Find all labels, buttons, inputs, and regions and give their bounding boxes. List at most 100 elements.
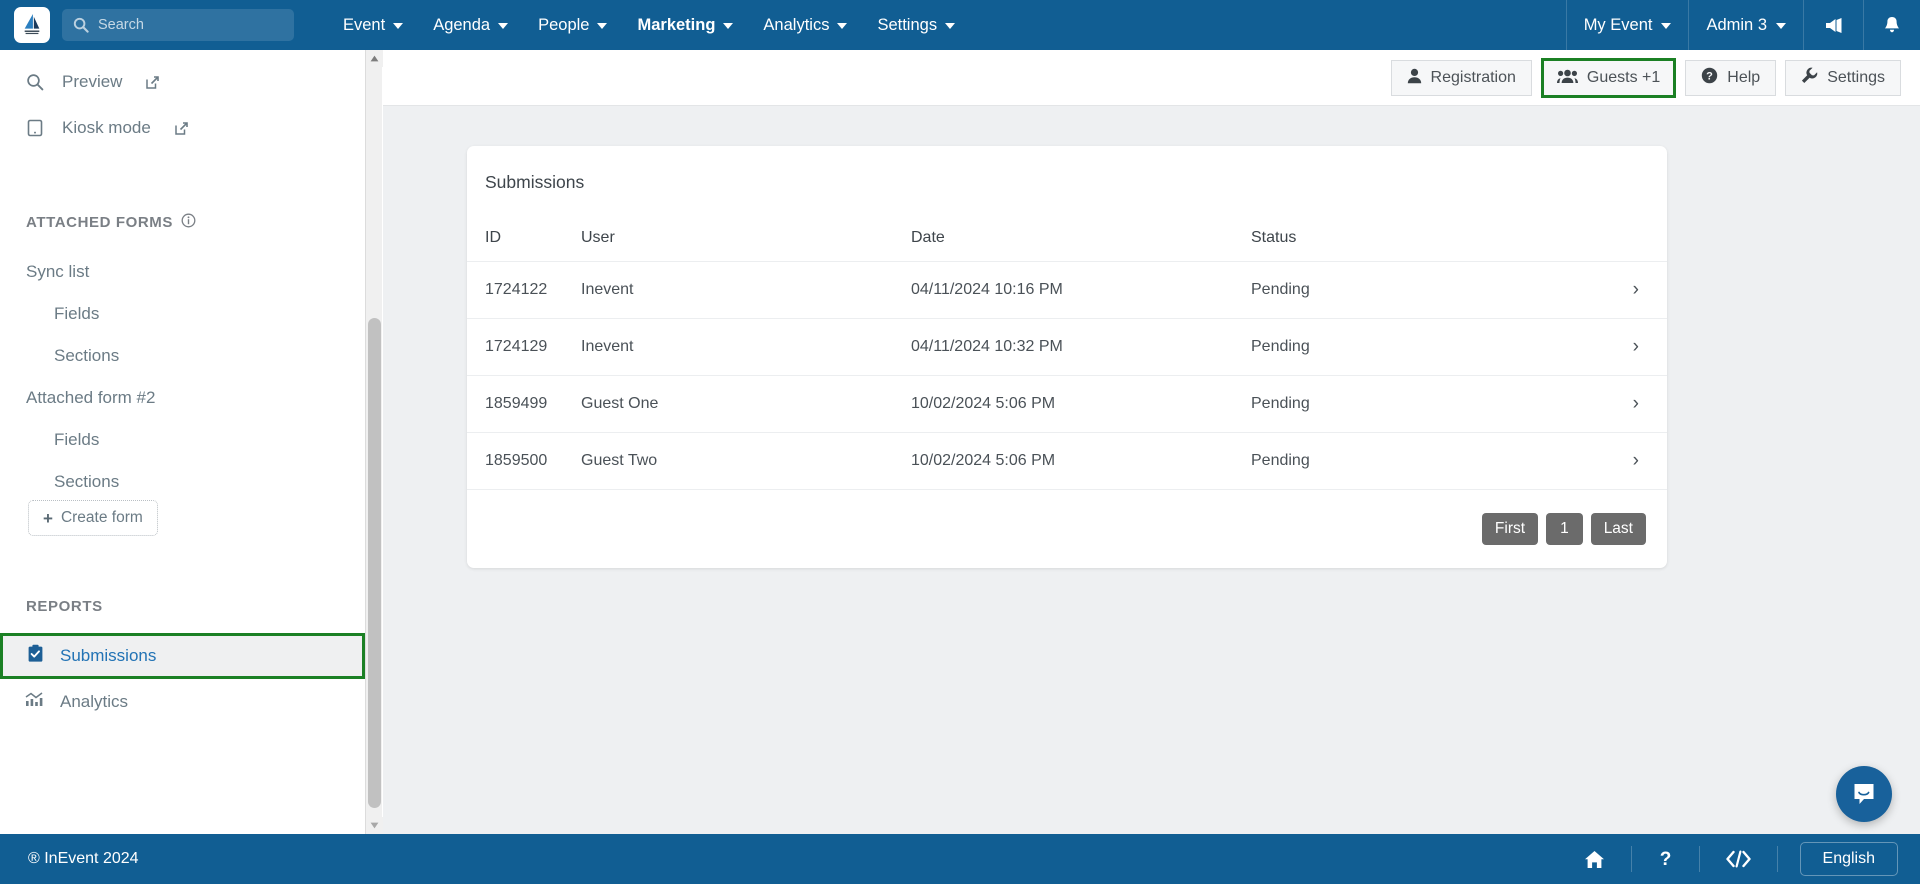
create-form-button[interactable]: + Create form [28, 500, 158, 536]
megaphone-icon[interactable] [1803, 0, 1863, 50]
column-header-user: User [581, 229, 615, 246]
chat-widget-button[interactable] [1836, 766, 1892, 822]
account-menu[interactable]: Admin 3 [1688, 0, 1803, 50]
cell-date: 04/11/2024 10:16 PM [911, 261, 1251, 319]
table-row[interactable]: 1724129 Inevent 04/11/2024 10:32 PM Pend… [467, 318, 1667, 376]
scroll-up-arrow-icon[interactable] [366, 50, 383, 67]
info-icon[interactable] [181, 213, 196, 232]
users-icon [1556, 68, 1578, 89]
sidebar-section-label: REPORTS [26, 598, 103, 615]
sidebar-section-reports: REPORTS [0, 598, 365, 615]
inevent-logo-icon[interactable] [14, 7, 50, 43]
language-selector[interactable]: English [1799, 842, 1898, 876]
chevron-down-icon [597, 23, 608, 29]
page-header-buttons: Registration Guests +1 ? Help Settings [1390, 58, 1901, 98]
pagination-page-1[interactable]: 1 [1546, 513, 1583, 545]
cell-id: 1724129 [467, 318, 581, 376]
copyright-text: ® InEvent 2024 [28, 850, 139, 867]
clipboard-check-icon [27, 644, 44, 668]
footer-actions: ? English [1558, 842, 1898, 876]
sidebar-item-label: Submissions [60, 646, 157, 665]
help-button[interactable]: ? Help [1685, 60, 1777, 96]
footer: ® InEvent 2024 ? English [0, 834, 1920, 884]
svg-text:?: ? [1706, 71, 1713, 83]
nav-item-agenda[interactable]: Agenda [418, 0, 523, 50]
cell-date: 04/11/2024 10:32 PM [911, 318, 1251, 376]
button-label: Guests +1 [1586, 69, 1661, 86]
chevron-down-icon [393, 23, 404, 29]
chevron-right-icon[interactable]: › [1633, 279, 1639, 300]
sidebar-item-sync-list[interactable]: Sync list [0, 262, 365, 282]
scrollbar-thumb[interactable] [368, 318, 381, 808]
cell-user: Inevent [581, 261, 911, 319]
nav-item-marketing[interactable]: Marketing [622, 0, 748, 50]
cell-id: 1859500 [467, 432, 581, 490]
nav-item-people[interactable]: People [523, 0, 622, 50]
button-label: Registration [1430, 69, 1516, 86]
sidebar-content: Preview Kiosk mode ATTACHED FORMS Sync l… [0, 50, 365, 834]
external-link-icon [174, 121, 189, 136]
chevron-down-icon [837, 23, 848, 29]
scroll-down-arrow-icon[interactable] [366, 817, 383, 834]
account-menu-label: Admin 3 [1706, 15, 1767, 34]
pagination-last-button[interactable]: Last [1590, 513, 1646, 545]
nav-item-event[interactable]: Event [328, 0, 418, 50]
table-row[interactable]: 1859499 Guest One 10/02/2024 5:06 PM Pen… [467, 375, 1667, 433]
search-box[interactable] [62, 9, 294, 41]
sidebar-item-form2-sections[interactable]: Sections [0, 472, 365, 492]
chevron-right-icon[interactable]: › [1633, 393, 1639, 414]
sidebar-scrollbar[interactable] [365, 50, 383, 834]
search-input[interactable] [98, 17, 278, 33]
sidebar-item-analytics[interactable]: Analytics [0, 679, 365, 725]
page-header: Registration Guests +1 ? Help Settings [383, 50, 1920, 106]
sidebar-item-sync-sections[interactable]: Sections [0, 346, 365, 366]
settings-button[interactable]: Settings [1785, 60, 1901, 96]
table-row[interactable]: 1724122 Inevent 04/11/2024 10:16 PM Pend… [467, 261, 1667, 319]
plus-icon: + [43, 508, 53, 528]
card-title: Submissions [485, 172, 585, 192]
code-icon[interactable] [1700, 846, 1778, 872]
top-navbar: Event Agenda People Marketing Analytics … [0, 0, 1920, 50]
cell-id: 1859499 [467, 375, 581, 433]
event-selector[interactable]: My Event [1565, 0, 1689, 50]
sidebar-item-attached-form-2[interactable]: Attached form #2 [0, 388, 365, 408]
chevron-right-icon[interactable]: › [1633, 336, 1639, 357]
create-form-label: Create form [60, 509, 143, 526]
nav-label: Event [343, 15, 386, 34]
nav-label: People [538, 15, 590, 34]
cell-status: Pending [1251, 375, 1551, 433]
button-label: Help [1727, 69, 1761, 86]
chevron-down-icon [498, 23, 509, 29]
external-link-icon [145, 75, 160, 90]
table-row[interactable]: 1859500 Guest Two 10/02/2024 5:06 PM Pen… [467, 432, 1667, 490]
sidebar-item-sync-fields[interactable]: Fields [0, 304, 365, 324]
nav-item-settings[interactable]: Settings [862, 0, 970, 50]
column-header-action [1551, 217, 1667, 262]
sidebar-item-form2-fields[interactable]: Fields [0, 430, 365, 450]
chevron-down-icon [945, 23, 956, 29]
question-circle-icon: ? [1701, 67, 1718, 89]
question-mark-icon[interactable]: ? [1632, 846, 1700, 872]
guests-button[interactable]: Guests +1 [1540, 58, 1677, 98]
sidebar-item-label: Preview [62, 72, 123, 91]
nav-label: Settings [877, 15, 938, 34]
pagination-first-button[interactable]: First [1481, 513, 1539, 545]
sidebar-section-label: ATTACHED FORMS [26, 214, 173, 231]
sidebar-item-kiosk-mode[interactable]: Kiosk mode [0, 105, 365, 151]
submissions-card: Submissions ID User Date Status 1724122 … [467, 146, 1667, 568]
tablet-icon [24, 119, 46, 137]
column-header-date: Date [911, 229, 945, 246]
registration-button[interactable]: Registration [1390, 60, 1532, 96]
chevron-right-icon[interactable]: › [1633, 450, 1639, 471]
inevent-logo-glyph [24, 14, 40, 35]
bell-icon[interactable] [1863, 0, 1920, 50]
chevron-down-icon [723, 23, 734, 29]
cell-date: 10/02/2024 5:06 PM [911, 375, 1251, 433]
event-selector-label: My Event [1583, 15, 1653, 34]
nav-item-analytics[interactable]: Analytics [748, 0, 862, 50]
home-icon[interactable] [1558, 846, 1632, 872]
sidebar-item-preview[interactable]: Preview [0, 59, 365, 105]
sidebar-item-submissions[interactable]: Submissions [0, 633, 365, 679]
user-icon [1407, 68, 1422, 89]
cell-status: Pending [1251, 432, 1551, 490]
